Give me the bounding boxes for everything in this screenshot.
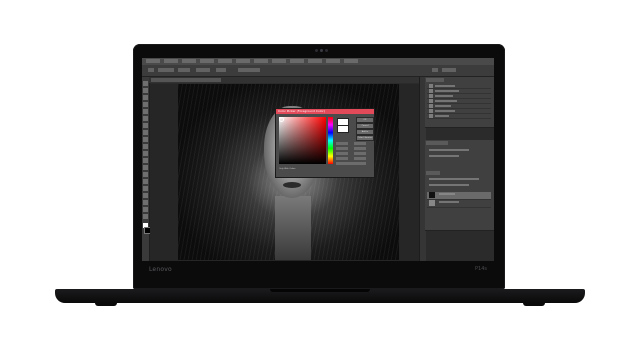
pen-tool-icon[interactable]: [143, 179, 148, 184]
hsb-field-row[interactable]: [336, 142, 372, 145]
workspace-switcher[interactable]: [442, 68, 456, 72]
healing-tool-icon[interactable]: [143, 123, 148, 128]
menu-item-filter[interactable]: [272, 59, 286, 63]
panel-tab[interactable]: [426, 78, 444, 82]
blur-tool-icon[interactable]: [143, 165, 148, 170]
layer-row[interactable]: [427, 200, 491, 208]
rubber-foot: [95, 303, 117, 306]
quick-select-tool-icon[interactable]: [143, 102, 148, 107]
color-picker-dialog[interactable]: Color Picker (Foreground Color) OK Cance…: [275, 108, 375, 178]
panel-tab[interactable]: [426, 141, 448, 145]
bottom-bezel: [133, 261, 505, 289]
menu-item-help[interactable]: [344, 59, 358, 63]
lips: [283, 182, 301, 188]
tool-preset-icon[interactable]: [148, 68, 154, 72]
blend-mode-row[interactable]: [427, 183, 491, 187]
tools-panel[interactable]: [142, 77, 151, 261]
menu-item-edit[interactable]: [182, 59, 196, 63]
menu-item-3d[interactable]: [290, 59, 304, 63]
hand-tool-icon[interactable]: [143, 207, 148, 212]
laptop-screen: Color Picker (Foreground Color) OK Cance…: [142, 58, 494, 261]
model-label: P14s: [475, 266, 487, 272]
history-panel[interactable]: [425, 77, 494, 128]
history-row[interactable]: [427, 114, 491, 119]
menu-item-image[interactable]: [200, 59, 214, 63]
options-field[interactable]: [238, 68, 260, 72]
neck: [275, 196, 311, 260]
hsb-field-row[interactable]: [336, 147, 372, 150]
adjustments-panel[interactable]: [425, 140, 494, 171]
type-tool-icon[interactable]: [143, 186, 148, 191]
options-field[interactable]: [158, 68, 174, 72]
menu-item-view[interactable]: [308, 59, 322, 63]
webcam-lens: [320, 49, 323, 52]
hex-field-row[interactable]: [336, 162, 372, 165]
tool-options-bar[interactable]: [142, 65, 494, 77]
adjustment-icons-row[interactable]: [427, 154, 491, 158]
webcam-indicator: [315, 49, 318, 52]
layers-panel[interactable]: [425, 170, 494, 231]
options-field[interactable]: [196, 68, 210, 72]
document-tab[interactable]: [151, 78, 221, 82]
lasso-tool-icon[interactable]: [143, 95, 148, 100]
gradient-tool-icon[interactable]: [143, 158, 148, 163]
eraser-tool-icon[interactable]: [143, 151, 148, 156]
hsb-field-row[interactable]: [336, 152, 372, 155]
clone-stamp-tool-icon[interactable]: [143, 137, 148, 142]
color-libraries-button[interactable]: Color Libraries: [356, 135, 374, 141]
saturation-brightness-field[interactable]: [279, 117, 326, 164]
color-picker-ring[interactable]: [279, 117, 284, 122]
ps-logo-icon[interactable]: [146, 59, 160, 63]
only-web-colors-label[interactable]: Only Web Colors: [279, 168, 295, 170]
eyedropper-tool-icon[interactable]: [143, 116, 148, 121]
webcam: [315, 49, 328, 53]
dodge-tool-icon[interactable]: [143, 172, 148, 177]
current-color-swatch[interactable]: [337, 125, 349, 133]
panel-tab[interactable]: [426, 171, 440, 175]
hue-slider[interactable]: [328, 117, 333, 164]
brush-tool-icon[interactable]: [143, 130, 148, 135]
search-icon[interactable]: [432, 68, 438, 72]
rubber-foot: [523, 303, 545, 306]
webcam-sensor: [325, 49, 328, 52]
path-select-tool-icon[interactable]: [143, 193, 148, 198]
shape-tool-icon[interactable]: [143, 200, 148, 205]
lenovo-logo: Lenovo: [149, 266, 172, 273]
menu-item-layer[interactable]: [218, 59, 232, 63]
options-field[interactable]: [178, 68, 190, 72]
move-tool-icon[interactable]: [143, 81, 148, 86]
menu-item-window[interactable]: [326, 59, 340, 63]
app-menu-bar[interactable]: [142, 58, 494, 65]
adjustment-icons-row[interactable]: [427, 148, 491, 152]
layer-filter-row[interactable]: [427, 177, 491, 181]
options-field[interactable]: [216, 68, 226, 72]
crop-tool-icon[interactable]: [143, 109, 148, 114]
dialog-title: Color Picker (Foreground Color): [278, 109, 325, 113]
menu-item-file[interactable]: [164, 59, 178, 63]
zoom-tool-icon[interactable]: [143, 214, 148, 219]
menu-item-select[interactable]: [254, 59, 268, 63]
layer-row[interactable]: [427, 192, 491, 200]
history-brush-tool-icon[interactable]: [143, 144, 148, 149]
document-tab-bar[interactable]: [149, 77, 419, 83]
dialog-title-bar[interactable]: Color Picker (Foreground Color): [276, 109, 374, 114]
rgb-field-row[interactable]: [336, 157, 372, 160]
marquee-tool-icon[interactable]: [143, 88, 148, 93]
hinge: [270, 289, 370, 292]
menu-item-type[interactable]: [236, 59, 250, 63]
